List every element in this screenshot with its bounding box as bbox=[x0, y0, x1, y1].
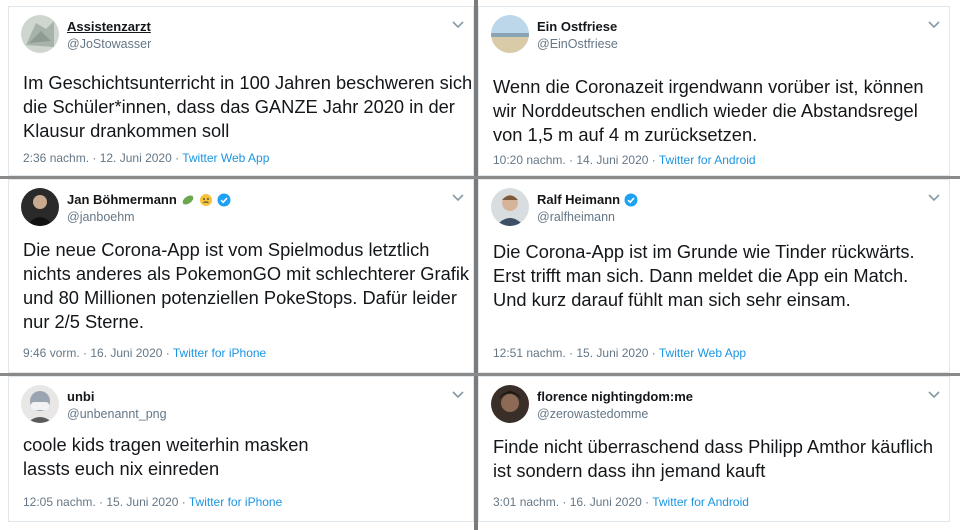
tweet-card[interactable]: Jan Böhmermann @janboehm Die neue Corona… bbox=[8, 179, 474, 373]
avatar[interactable] bbox=[491, 188, 529, 226]
tweet-source-link[interactable]: Twitter Web App bbox=[659, 346, 746, 360]
tweet-meta: 3:01 nachm. · 16. Juni 2020 · Twitter fo… bbox=[493, 495, 749, 509]
face-emoji-icon bbox=[199, 193, 212, 206]
chevron-down-icon[interactable] bbox=[927, 19, 941, 29]
display-name[interactable]: Ein Ostfriese bbox=[537, 19, 617, 34]
user-handle[interactable]: @zerowastedomme bbox=[537, 407, 648, 421]
tweet-text: coole kids tragen weiterhin masken lasst… bbox=[23, 434, 309, 479]
tweet-source-link[interactable]: Twitter for iPhone bbox=[189, 495, 282, 509]
tweet-meta: 2:36 nachm. · 12. Juni 2020 · Twitter We… bbox=[23, 151, 269, 165]
horizontal-divider bbox=[0, 373, 960, 376]
tweet-text: Finde nicht überraschend dass Philipp Am… bbox=[493, 436, 934, 481]
tweet-source-link[interactable]: Twitter for Android bbox=[652, 495, 749, 509]
tweet-card[interactable]: Assistenzarzt @JoStowasser Im Geschichts… bbox=[8, 6, 474, 176]
tweet-card[interactable]: unbi @unbenannt_png coole kids tragen we… bbox=[8, 376, 474, 522]
chevron-down-icon[interactable] bbox=[927, 192, 941, 202]
chevron-down-icon[interactable] bbox=[451, 389, 465, 399]
tweet-timestamp[interactable]: 3:01 nachm. · 16. Juni 2020 · bbox=[493, 495, 652, 509]
tweet-timestamp[interactable]: 12:05 nachm. · 15. Juni 2020 · bbox=[23, 495, 189, 509]
chevron-down-icon[interactable] bbox=[451, 19, 465, 29]
tweet-text: Wenn die Coronazeit irgendwann vorüber i… bbox=[493, 76, 924, 145]
avatar[interactable] bbox=[491, 15, 529, 53]
tweet-text: Im Geschichtsunterricht in 100 Jahren be… bbox=[23, 72, 473, 141]
horizontal-divider bbox=[0, 176, 960, 179]
avatar[interactable] bbox=[21, 188, 59, 226]
user-handle[interactable]: @unbenannt_png bbox=[67, 407, 167, 421]
avatar[interactable] bbox=[21, 15, 59, 53]
avatar[interactable] bbox=[491, 385, 529, 423]
tweet-meta: 10:20 nachm. · 14. Juni 2020 · Twitter f… bbox=[493, 153, 756, 167]
tweet-source-link[interactable]: Twitter Web App bbox=[182, 151, 269, 165]
tweet-source-link[interactable]: Twitter for Android bbox=[659, 153, 756, 167]
tweet-card[interactable]: Ein Ostfriese @EinOstfriese Wenn die Cor… bbox=[478, 6, 950, 176]
chevron-down-icon[interactable] bbox=[451, 192, 465, 202]
tweet-timestamp[interactable]: 9:46 vorm. · 16. Juni 2020 · bbox=[23, 346, 173, 360]
tweet-collage: Assistenzarzt @JoStowasser Im Geschichts… bbox=[0, 0, 960, 530]
tweet-timestamp[interactable]: 10:20 nachm. · 14. Juni 2020 · bbox=[493, 153, 659, 167]
display-name[interactable]: Ralf Heimann bbox=[537, 192, 638, 207]
display-name[interactable]: florence nightingdom:me bbox=[537, 389, 693, 404]
tweet-card[interactable]: florence nightingdom:me @zerowastedomme … bbox=[478, 376, 950, 522]
tweet-meta: 12:51 nachm. · 15. Juni 2020 · Twitter W… bbox=[493, 346, 746, 360]
tweet-meta: 9:46 vorm. · 16. Juni 2020 · Twitter for… bbox=[23, 346, 266, 360]
tweet-card[interactable]: Ralf Heimann @ralfheimann Die Corona-App… bbox=[478, 179, 950, 373]
tweet-timestamp[interactable]: 12:51 nachm. · 15. Juni 2020 · bbox=[493, 346, 659, 360]
tweet-meta: 12:05 nachm. · 15. Juni 2020 · Twitter f… bbox=[23, 495, 282, 509]
verified-badge-icon bbox=[217, 193, 231, 206]
display-name[interactable]: Jan Böhmermann bbox=[67, 192, 231, 207]
user-handle[interactable]: @JoStowasser bbox=[67, 37, 151, 51]
user-handle[interactable]: @EinOstfriese bbox=[537, 37, 618, 51]
tweet-source-link[interactable]: Twitter for iPhone bbox=[173, 346, 266, 360]
tweet-text: Die Corona-App ist im Grunde wie Tinder … bbox=[493, 241, 915, 310]
user-handle[interactable]: @janboehm bbox=[67, 210, 135, 224]
display-name[interactable]: Assistenzarzt bbox=[67, 19, 151, 34]
display-name[interactable]: unbi bbox=[67, 389, 94, 404]
user-handle[interactable]: @ralfheimann bbox=[537, 210, 615, 224]
avatar[interactable] bbox=[21, 385, 59, 423]
verified-badge-icon bbox=[624, 193, 638, 206]
vertical-divider bbox=[474, 0, 478, 530]
tweet-text: Die neue Corona-App ist vom Spielmodus l… bbox=[23, 239, 470, 332]
chevron-down-icon[interactable] bbox=[927, 389, 941, 399]
tweet-timestamp[interactable]: 2:36 nachm. · 12. Juni 2020 · bbox=[23, 151, 182, 165]
pickle-emoji-icon bbox=[182, 195, 194, 204]
